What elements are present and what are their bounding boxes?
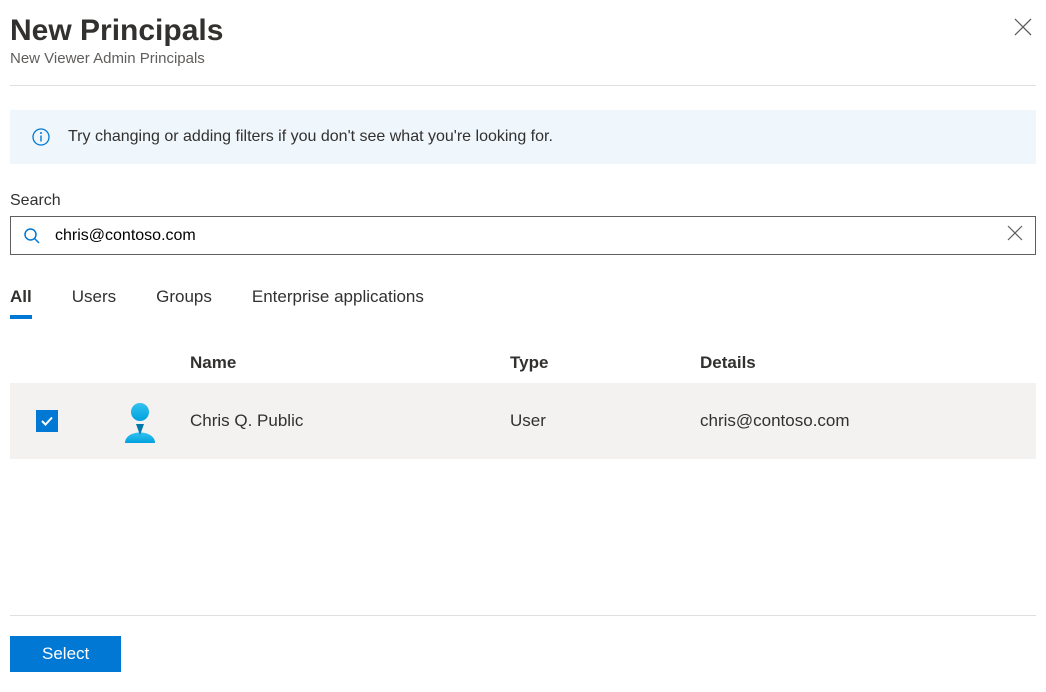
- info-icon: [32, 128, 50, 146]
- close-icon: [1014, 18, 1032, 36]
- tab-all[interactable]: All: [10, 287, 32, 319]
- page-title: New Principals: [10, 14, 223, 48]
- tab-enterprise-applications[interactable]: Enterprise applications: [252, 287, 424, 319]
- footer: Select: [10, 615, 1036, 692]
- search-input[interactable]: [55, 227, 993, 245]
- select-button[interactable]: Select: [10, 636, 121, 672]
- cell-details: chris@contoso.com: [700, 411, 1036, 431]
- column-type[interactable]: Type: [510, 353, 700, 373]
- results-table: Name Type Details Chris Q. Public User c…: [10, 353, 1036, 459]
- check-icon: [40, 414, 54, 428]
- search-label: Search: [10, 192, 1036, 210]
- row-checkbox[interactable]: [36, 410, 58, 432]
- table-header: Name Type Details: [10, 353, 1036, 383]
- page-subtitle: New Viewer Admin Principals: [10, 50, 223, 67]
- close-button[interactable]: [1010, 14, 1036, 45]
- tab-groups[interactable]: Groups: [156, 287, 212, 319]
- column-details[interactable]: Details: [700, 353, 1036, 373]
- tab-users[interactable]: Users: [72, 287, 116, 319]
- column-name[interactable]: Name: [190, 353, 510, 373]
- table-row[interactable]: Chris Q. Public User chris@contoso.com: [10, 383, 1036, 459]
- tab-list: All Users Groups Enterprise applications: [0, 255, 1046, 319]
- search-icon: [23, 227, 41, 245]
- cell-type: User: [510, 411, 700, 431]
- search-input-container[interactable]: [10, 216, 1036, 255]
- user-avatar-icon: [118, 399, 162, 443]
- info-message: Try changing or adding filters if you do…: [68, 128, 553, 146]
- clear-icon: [1007, 225, 1023, 241]
- header-divider: [10, 85, 1036, 86]
- cell-name: Chris Q. Public: [190, 411, 510, 431]
- clear-search-button[interactable]: [1007, 225, 1023, 246]
- info-bar: Try changing or adding filters if you do…: [10, 110, 1036, 164]
